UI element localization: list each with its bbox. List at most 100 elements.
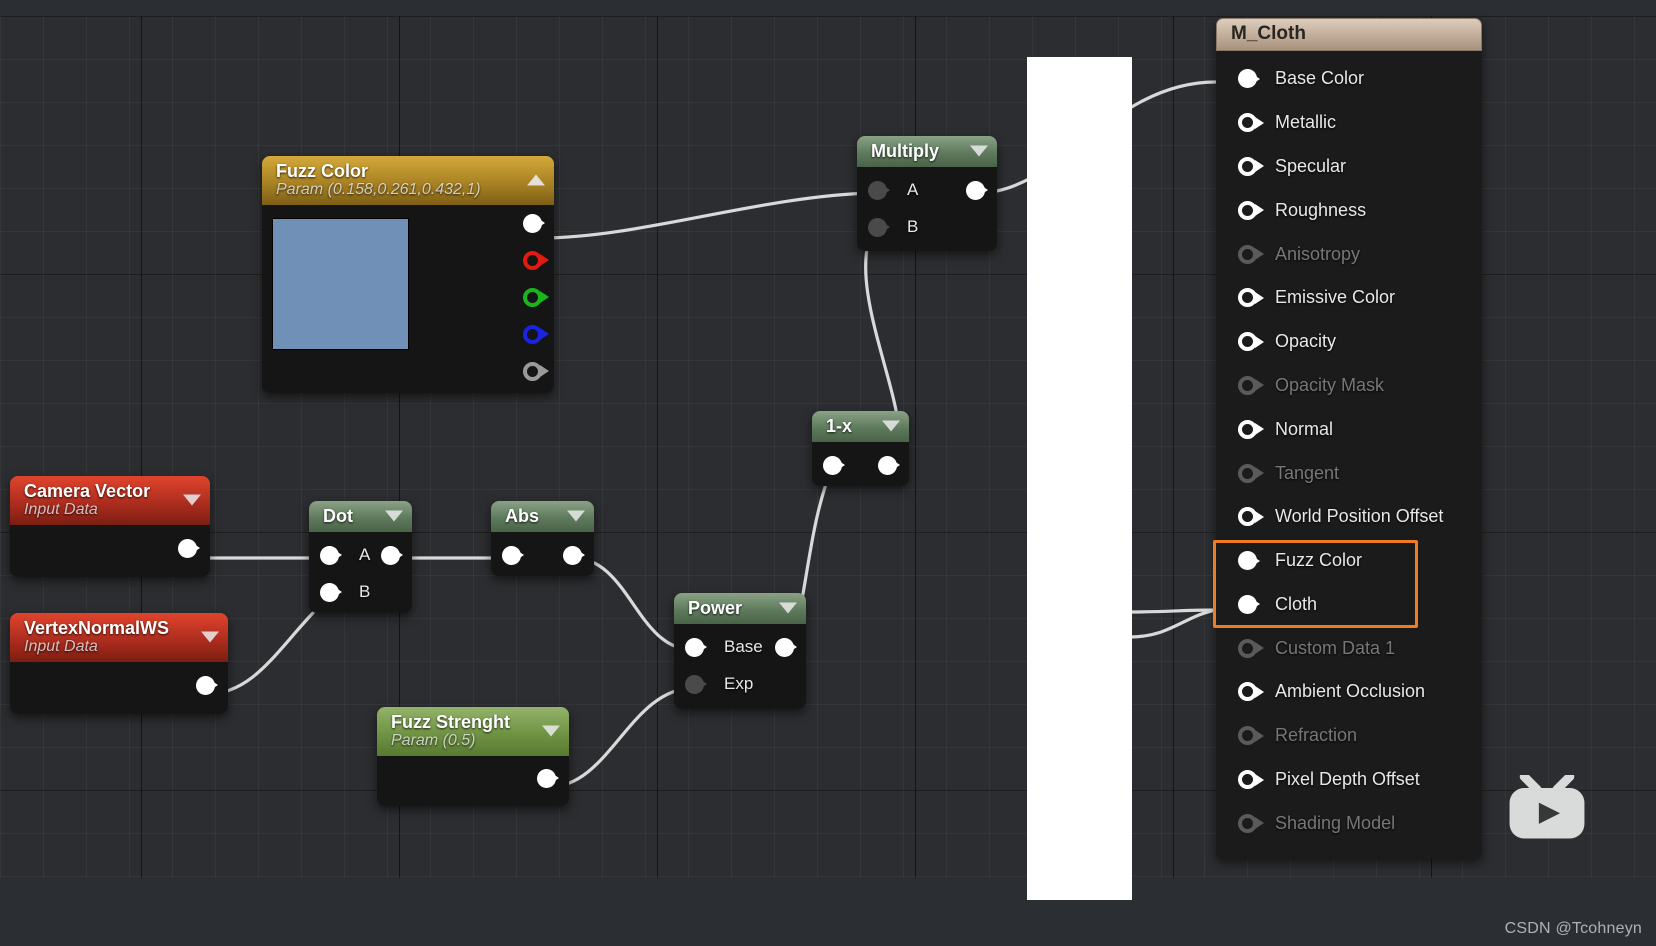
pin-row-oneminus-in[interactable] (823, 447, 842, 484)
output-pin-blue[interactable] (523, 324, 542, 344)
chevron-down-icon[interactable] (567, 510, 585, 522)
node-material-output[interactable]: M_Cloth Base Color Metallic Specular Roughn… (1216, 18, 1482, 860)
output-pin-vertexnormalws[interactable] (196, 675, 215, 695)
material-pin-row[interactable]: Custom Data 1 (1216, 626, 1482, 670)
output-pin-abs[interactable] (563, 545, 582, 565)
material-pin-row[interactable]: Fuzz Color (1216, 539, 1482, 583)
chevron-down-icon[interactable] (882, 420, 900, 432)
material-input-pin[interactable] (1238, 69, 1257, 89)
chevron-down-icon[interactable] (970, 145, 988, 157)
material-pin-row[interactable]: Opacity (1216, 320, 1482, 364)
material-pin-row[interactable]: Specular (1216, 145, 1482, 189)
pin-row-power-out[interactable] (775, 629, 794, 666)
input-pin-a[interactable] (320, 545, 339, 565)
output-pin-power[interactable] (775, 637, 794, 657)
node-power[interactable]: Power Base Exp (674, 593, 806, 709)
material-input-pin[interactable] (1238, 419, 1257, 439)
material-input-pin[interactable] (1238, 113, 1257, 133)
chevron-down-icon[interactable] (385, 510, 403, 522)
material-input-pin[interactable] (1238, 726, 1257, 746)
material-input-pin[interactable] (1238, 813, 1257, 833)
chevron-down-icon[interactable] (201, 631, 219, 643)
node-one-minus-header[interactable]: 1-x (812, 411, 909, 442)
material-input-pin[interactable] (1238, 682, 1257, 702)
material-pin-row[interactable]: Cloth (1216, 583, 1482, 627)
material-pin-row[interactable]: Metallic (1216, 101, 1482, 145)
node-fuzz-strength-header[interactable]: Fuzz Strenght Param (0.5) (377, 707, 569, 756)
material-input-pin[interactable] (1238, 594, 1257, 614)
material-pin-row[interactable]: World Position Offset (1216, 495, 1482, 539)
material-input-pin[interactable] (1238, 375, 1257, 395)
pin-row-dot-out[interactable] (381, 537, 400, 574)
material-pin-row[interactable]: Anisotropy (1216, 232, 1482, 276)
pin-row-multiply-out[interactable] (966, 172, 985, 209)
material-pin-row[interactable]: Ambient Occlusion (1216, 670, 1482, 714)
input-pin-base[interactable] (685, 637, 704, 657)
material-pin-row[interactable]: Emissive Color (1216, 276, 1482, 320)
material-input-pin[interactable] (1238, 551, 1257, 571)
input-pin-one-minus[interactable] (823, 455, 842, 475)
node-abs[interactable]: Abs (491, 501, 594, 576)
material-input-pin[interactable] (1238, 200, 1257, 220)
node-vertexnormalws[interactable]: VertexNormalWS Input Data (10, 613, 228, 714)
node-dot-header[interactable]: Dot (309, 501, 412, 532)
material-pin-row[interactable]: Shading Model (1216, 801, 1482, 845)
input-pin-abs[interactable] (502, 545, 521, 565)
material-pin-row[interactable]: Tangent (1216, 451, 1482, 495)
node-dot[interactable]: Dot A B (309, 501, 412, 613)
output-pin-multiply[interactable] (966, 180, 985, 200)
color-swatch[interactable] (272, 217, 409, 350)
input-pin-exp[interactable] (685, 674, 704, 694)
material-input-pin[interactable] (1238, 638, 1257, 658)
node-fuzz-color-header[interactable]: Fuzz Color Param (0.158,0.261,0.432,1) (262, 156, 554, 205)
material-pin-row[interactable]: Roughness (1216, 188, 1482, 232)
material-input-pin[interactable] (1238, 288, 1257, 308)
output-pin-green[interactable] (523, 287, 542, 307)
input-pin-a[interactable] (868, 180, 887, 200)
chevron-down-icon[interactable] (542, 725, 560, 737)
pin-row-abs-out[interactable] (563, 537, 582, 574)
material-input-pin[interactable] (1238, 332, 1257, 352)
node-abs-header[interactable]: Abs (491, 501, 594, 532)
chevron-down-icon[interactable] (779, 602, 797, 614)
pin-row-power-base[interactable]: Base (685, 629, 763, 666)
node-power-header[interactable]: Power (674, 593, 806, 624)
material-pin-row[interactable]: Opacity Mask (1216, 364, 1482, 408)
pin-row-rgba[interactable] (506, 205, 542, 242)
pin-row-b[interactable] (506, 316, 542, 353)
pin-row-r[interactable] (506, 242, 542, 279)
pin-row-oneminus-out[interactable] (878, 447, 897, 484)
node-vertexnormalws-header[interactable]: VertexNormalWS Input Data (10, 613, 228, 662)
output-pin-one-minus[interactable] (878, 455, 897, 475)
output-pin-dot[interactable] (381, 545, 400, 565)
material-pin-row[interactable]: Base Color (1216, 57, 1482, 101)
output-pin-fuzz-strength[interactable] (537, 768, 556, 788)
pin-row-dot-b[interactable]: B (320, 574, 370, 611)
chevron-down-icon[interactable] (183, 494, 201, 506)
pin-row-g[interactable] (506, 279, 542, 316)
node-material-output-header[interactable]: M_Cloth (1216, 18, 1482, 51)
node-multiply-header[interactable]: Multiply (857, 136, 997, 167)
pin-row-a[interactable] (506, 353, 542, 390)
output-pin-camera-vector[interactable] (178, 538, 197, 558)
pin-row-multiply-a[interactable]: A (868, 172, 918, 209)
material-input-pin[interactable] (1238, 507, 1257, 527)
input-pin-b[interactable] (868, 217, 887, 237)
node-camera-vector-header[interactable]: Camera Vector Input Data (10, 476, 210, 525)
material-pin-row[interactable]: Normal (1216, 407, 1482, 451)
pin-row-abs-in[interactable] (502, 537, 521, 574)
material-input-pin[interactable] (1238, 770, 1257, 790)
material-input-pin[interactable] (1238, 463, 1257, 483)
output-pin-red[interactable] (523, 250, 542, 270)
output-pin-alpha[interactable] (523, 361, 542, 381)
chevron-up-icon[interactable] (527, 174, 545, 186)
material-pin-row[interactable]: Pixel Depth Offset (1216, 758, 1482, 802)
pin-row-dot-a[interactable]: A (320, 537, 370, 574)
output-pin-rgba[interactable] (523, 213, 542, 233)
material-input-pin[interactable] (1238, 156, 1257, 176)
pin-row-multiply-b[interactable]: B (868, 209, 918, 246)
node-fuzz-strength[interactable]: Fuzz Strenght Param (0.5) (377, 707, 569, 806)
node-one-minus[interactable]: 1-x (812, 411, 909, 486)
material-input-pin[interactable] (1238, 244, 1257, 264)
node-multiply[interactable]: Multiply A B (857, 136, 997, 251)
